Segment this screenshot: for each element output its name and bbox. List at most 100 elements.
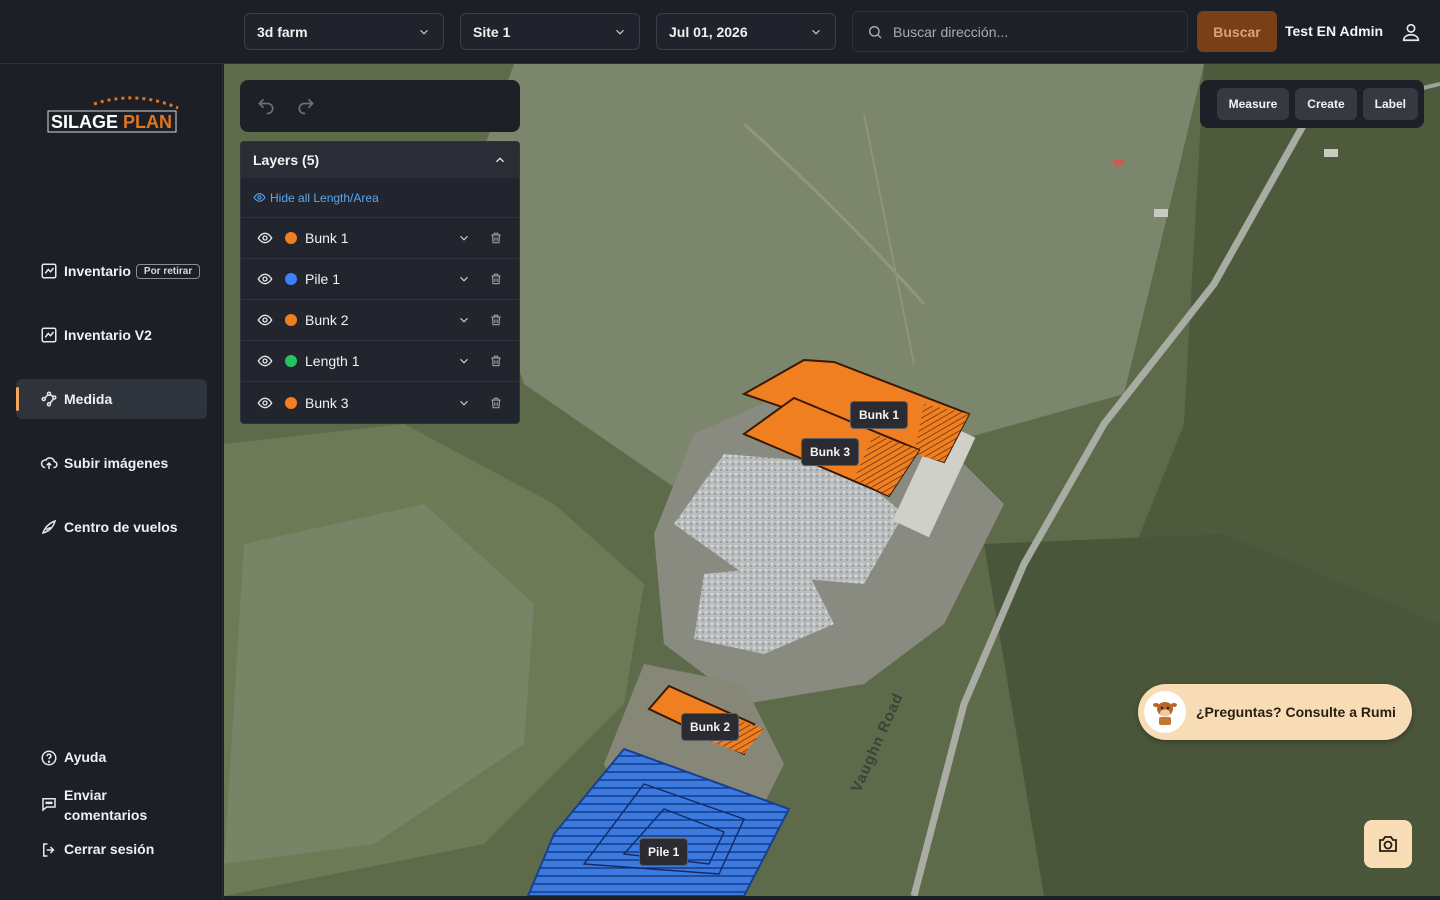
layers-title: Layers (5) xyxy=(253,152,320,168)
layer-row[interactable]: Length 1 xyxy=(241,341,519,382)
silageplan-logo: SILAGE PLAN xyxy=(47,96,179,133)
address-search xyxy=(852,11,1188,52)
redo-icon[interactable] xyxy=(296,96,316,116)
help-label: Ayuda xyxy=(64,749,107,765)
chevron-down-icon xyxy=(420,29,428,35)
layer-name: Bunk 1 xyxy=(305,230,349,246)
cloud-upload-icon xyxy=(40,457,58,469)
logout-link[interactable]: Cerrar sesión xyxy=(40,841,154,859)
eye-icon xyxy=(253,193,266,202)
sidebar-item-centro-de-vuelos[interactable]: Centro de vuelos xyxy=(16,507,207,547)
sidebar: SILAGE PLAN Inventario Por retirar Inven… xyxy=(0,64,223,900)
measure-tools: Measure Create Label xyxy=(1200,80,1424,128)
layer-row[interactable]: Bunk 2 xyxy=(241,300,519,341)
camera-icon xyxy=(1379,836,1397,852)
feedback-label: Enviar comentarios xyxy=(64,787,148,823)
search-input[interactable] xyxy=(893,23,1173,40)
sidebar-item-label: Inventario xyxy=(64,263,131,279)
date-select-value: Jul 01, 2026 xyxy=(669,23,748,40)
farm-select[interactable]: 3d farm xyxy=(244,13,444,50)
layer-row[interactable]: Pile 1 xyxy=(241,259,519,300)
trash-icon[interactable] xyxy=(489,313,503,327)
map-label-bunk-1[interactable]: Bunk 1 xyxy=(850,401,909,429)
logo-text-silage: SILAGE xyxy=(51,112,118,132)
chevron-up-icon[interactable] xyxy=(493,153,507,167)
logo-text-plan: PLAN xyxy=(123,112,172,132)
trash-icon[interactable] xyxy=(489,396,503,410)
measure-icon xyxy=(41,391,57,407)
chevron-down-icon[interactable] xyxy=(457,396,471,410)
rumi-chat-button[interactable]: ¿Preguntas? Consulte a Rumi xyxy=(1138,684,1412,740)
drone-icon xyxy=(41,519,57,535)
farm-select-value: 3d farm xyxy=(257,23,308,40)
history-toolbar xyxy=(240,80,520,132)
eye-icon[interactable] xyxy=(257,312,273,328)
measure-button[interactable]: Measure xyxy=(1216,88,1290,120)
layer-row[interactable]: Bunk 3 xyxy=(241,382,519,423)
sidebar-item-inventario[interactable]: Inventario Por retirar xyxy=(16,251,207,291)
map-label-bunk-2[interactable]: Bunk 2 xyxy=(681,713,740,741)
layer-name: Bunk 2 xyxy=(305,312,349,328)
eye-icon[interactable] xyxy=(257,353,273,369)
por-retirar-badge: Por retirar xyxy=(135,263,201,279)
logout-label: Cerrar sesión xyxy=(64,841,155,857)
layer-name: Length 1 xyxy=(305,353,360,369)
app: 3d farm Site 1 Jul 01, 2026 Buscar Test … xyxy=(0,0,1440,900)
sidebar-item-label: Inventario V2 xyxy=(64,327,152,343)
site-select[interactable]: Site 1 xyxy=(460,13,640,50)
chat-icon xyxy=(42,798,56,812)
layer-color-dot xyxy=(285,273,297,285)
layer-name: Bunk 3 xyxy=(305,394,349,411)
eye-icon[interactable] xyxy=(257,395,273,411)
trash-icon[interactable] xyxy=(489,231,503,245)
search-button[interactable]: Buscar xyxy=(1197,11,1277,52)
create-button[interactable]: Create xyxy=(1295,88,1357,120)
help-icon xyxy=(41,750,57,766)
top-bar: 3d farm Site 1 Jul 01, 2026 Buscar Test … xyxy=(0,0,1440,64)
undo-icon[interactable] xyxy=(256,96,276,116)
sidebar-item-label: Centro de vuelos xyxy=(64,519,178,535)
search-icon xyxy=(869,25,882,38)
sidebar-item-subir-imagenes[interactable]: Subir imágenes xyxy=(16,443,207,483)
rumi-avatar xyxy=(1144,691,1186,733)
user-name[interactable]: Test EN Admin xyxy=(1285,23,1383,39)
chevron-down-icon[interactable] xyxy=(457,231,471,245)
chart-icon xyxy=(41,327,57,343)
sidebar-item-medida[interactable]: Medida xyxy=(16,379,207,419)
chevron-down-icon[interactable] xyxy=(457,354,471,368)
hide-link-label: Hide all Length/Area xyxy=(270,190,379,205)
chevron-down-icon xyxy=(812,29,820,35)
layer-color-dot xyxy=(285,232,297,244)
chart-icon xyxy=(41,263,57,279)
sidebar-item-inventario-v2[interactable]: Inventario V2 xyxy=(16,315,207,355)
map-canvas[interactable]: Vaughn Road Layers (5) Hide all Length/A… xyxy=(224,64,1440,896)
chevron-down-icon[interactable] xyxy=(457,272,471,286)
map-label-bunk-3[interactable]: Bunk 3 xyxy=(801,438,860,466)
help-link[interactable]: Ayuda xyxy=(40,749,106,767)
rumi-text: ¿Preguntas? Consulte a Rumi xyxy=(1196,704,1396,720)
site-select-value: Site 1 xyxy=(473,23,511,40)
user-icon[interactable] xyxy=(1400,21,1422,43)
layers-panel: Layers (5) Hide all Length/Area Bunk 1 P… xyxy=(240,141,520,424)
screenshot-button[interactable] xyxy=(1364,820,1412,868)
sidebar-item-label: Subir imágenes xyxy=(64,455,169,471)
eye-icon[interactable] xyxy=(257,230,273,246)
layer-color-dot xyxy=(285,355,297,367)
logout-icon xyxy=(43,843,55,857)
layer-color-dot xyxy=(285,314,297,326)
date-select[interactable]: Jul 01, 2026 xyxy=(656,13,836,50)
layer-row[interactable]: Bunk 1 xyxy=(241,218,519,259)
layer-color-dot xyxy=(285,396,297,409)
hide-length-area-link[interactable]: Hide all Length/Area xyxy=(241,178,519,218)
chevron-down-icon[interactable] xyxy=(457,313,471,327)
trash-icon[interactable] xyxy=(489,354,503,368)
chevron-down-icon xyxy=(616,29,624,35)
map-label-pile-1[interactable]: Pile 1 xyxy=(639,838,689,866)
label-button[interactable]: Label xyxy=(1362,88,1418,120)
trash-icon[interactable] xyxy=(489,272,503,286)
layer-list: Bunk 1 Pile 1 Bunk 2 Length 1 Bunk 3 xyxy=(241,218,519,423)
eye-icon[interactable] xyxy=(257,271,273,287)
feedback-link[interactable]: Enviar comentarios xyxy=(40,785,170,825)
layers-header[interactable]: Layers (5) xyxy=(241,142,519,178)
sidebar-item-label: Medida xyxy=(64,391,113,407)
